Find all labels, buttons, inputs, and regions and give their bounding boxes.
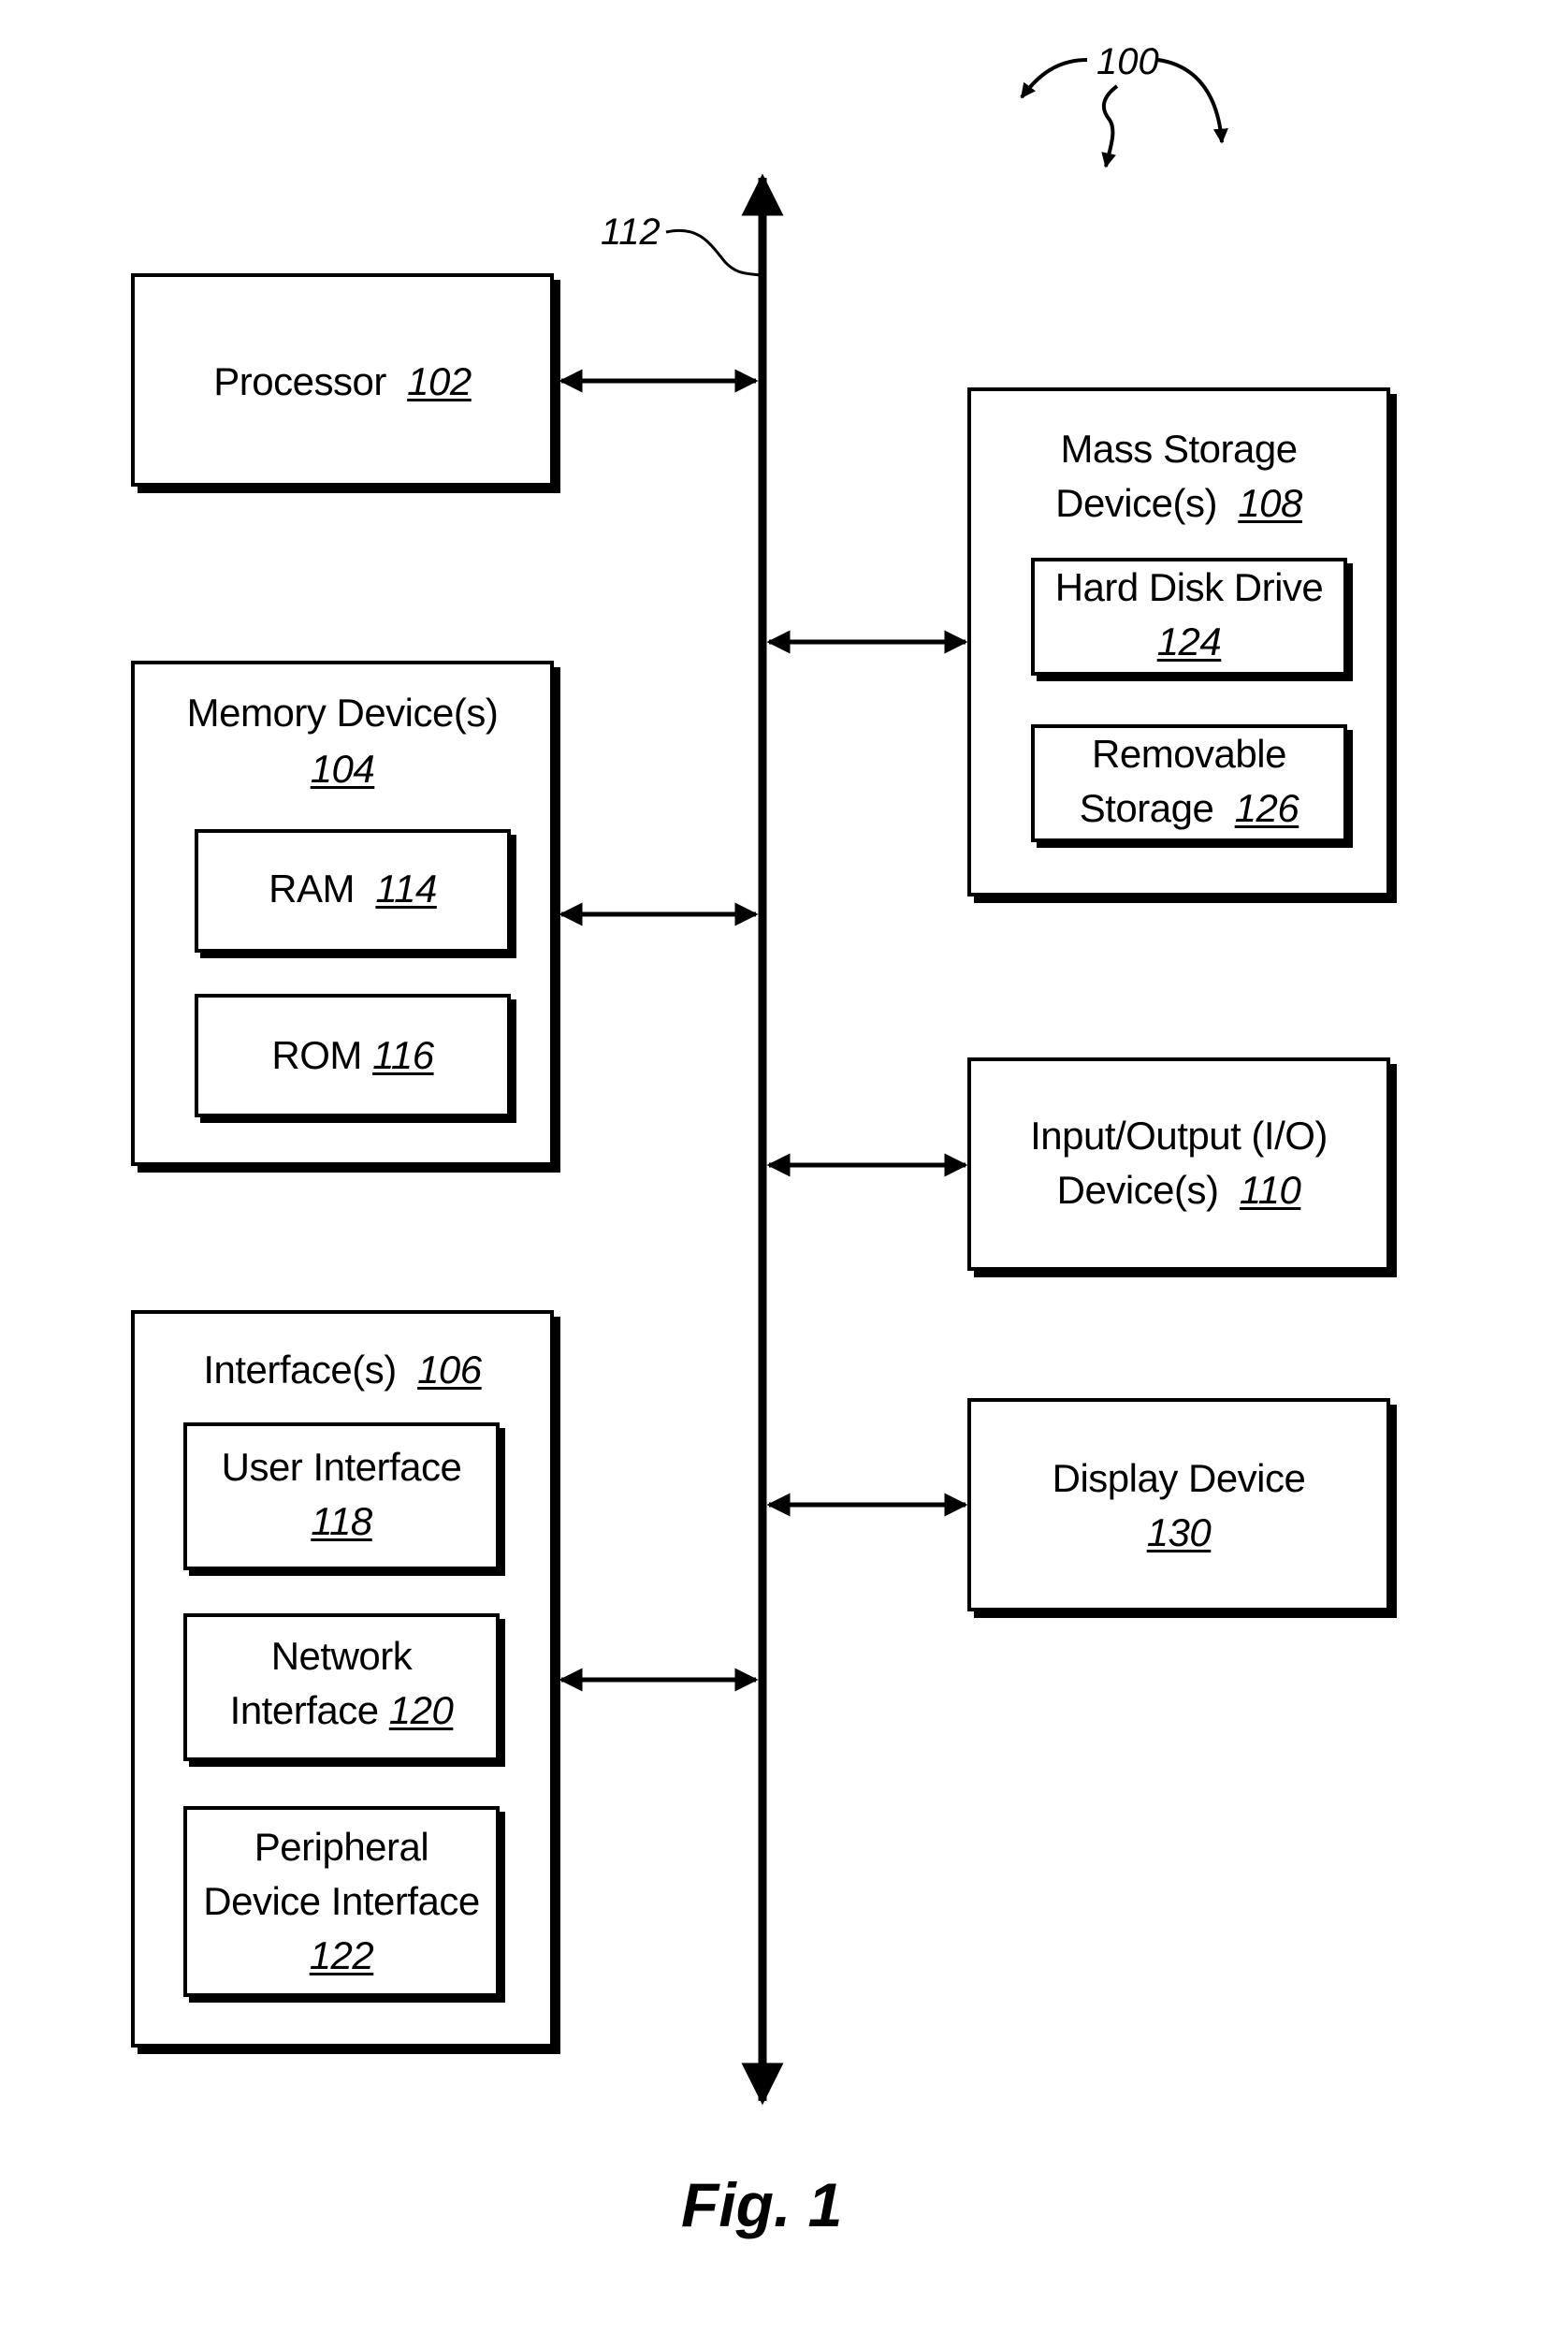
network-interface-block: Network Interface 120: [183, 1613, 500, 1761]
io-label-line2: Device(s): [1056, 1168, 1219, 1212]
figure-caption: Fig. 1: [681, 2170, 843, 2239]
mass-storage-label-line1: Mass Storage: [1060, 427, 1298, 471]
io-devices-block: Input/Output (I/O) Device(s) 110: [967, 1057, 1390, 1271]
mass-storage-label-line2: Device(s): [1055, 481, 1217, 525]
system-ref-label: 100: [1096, 41, 1159, 82]
memory-label: Memory Device(s): [186, 691, 499, 735]
removable-storage-block: Removable Storage 126: [1031, 724, 1347, 842]
system-ref-arrow-left: [1020, 58, 1088, 99]
display-ref: 130: [1146, 1510, 1212, 1554]
rom-label: ROM: [271, 1033, 362, 1077]
network-interface-label-line1: Network: [270, 1634, 413, 1678]
system-ref-arrow-down: [1101, 84, 1119, 168]
ram-block: RAM 114: [195, 829, 511, 953]
memory-devices-block: Memory Device(s) 104 RAM 114 ROM 116: [131, 661, 554, 1166]
removable-storage-label-line2: Storage: [1079, 786, 1214, 830]
rom-ref: 116: [372, 1033, 434, 1077]
removable-storage-label-line1: Removable: [1092, 732, 1286, 776]
interfaces-block: Interface(s) 106 User Interface 118 Netw…: [131, 1310, 554, 2048]
mass-storage-devices-block: Mass Storage Device(s) 108 Hard Disk Dri…: [967, 387, 1390, 896]
bus-ref-leader-line: [665, 228, 761, 277]
user-interface-label: User Interface: [221, 1445, 462, 1489]
peripheral-ref: 122: [309, 1933, 374, 1977]
computing-device-block-diagram: 100 112 Processor 102 Memory Device(s) 1…: [0, 0, 1568, 2332]
interfaces-label: Interface(s): [203, 1348, 397, 1392]
io-ref: 110: [1239, 1168, 1301, 1212]
peripheral-label-line2: Device Interface: [203, 1879, 480, 1923]
processor-block: Processor 102: [131, 273, 554, 487]
interfaces-ref: 106: [417, 1348, 482, 1392]
memory-ref: 104: [310, 747, 375, 791]
user-interface-block: User Interface 118: [183, 1422, 500, 1570]
system-ref-arrow-right: [1157, 58, 1228, 144]
ram-label: RAM: [269, 867, 356, 911]
hdd-label: Hard Disk Drive: [1054, 565, 1324, 609]
peripheral-label-line1: Peripheral: [254, 1825, 429, 1869]
removable-storage-ref: 126: [1234, 786, 1299, 830]
bus-ref-label: 112: [601, 211, 661, 253]
processor-label: Processor: [213, 359, 386, 403]
io-label-line1: Input/Output (I/O): [1030, 1114, 1328, 1158]
peripheral-device-interface-block: Peripheral Device Interface 122: [183, 1806, 500, 1997]
hdd-ref: 124: [1156, 619, 1222, 663]
mass-storage-ref: 108: [1238, 481, 1302, 525]
display-device-block: Display Device 130: [967, 1398, 1390, 1611]
network-interface-ref: 120: [388, 1688, 454, 1732]
rom-block: ROM 116: [195, 994, 511, 1117]
hard-disk-drive-block: Hard Disk Drive 124: [1031, 558, 1347, 676]
user-interface-ref: 118: [311, 1499, 372, 1543]
display-label: Display Device: [1052, 1456, 1306, 1500]
network-interface-label-line2: Interface: [229, 1688, 379, 1732]
ram-ref: 114: [375, 867, 437, 911]
processor-ref: 102: [407, 359, 472, 403]
